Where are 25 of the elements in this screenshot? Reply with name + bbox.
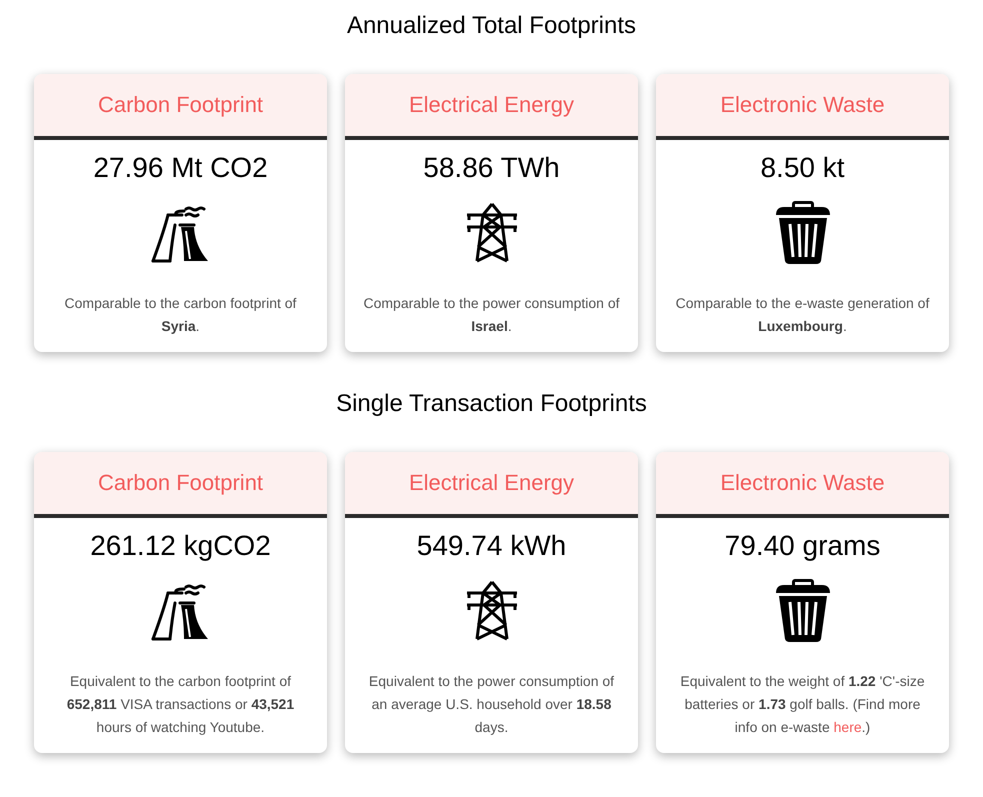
info-link[interactable]: here xyxy=(834,719,862,735)
comparison-text: Comparable to the carbon footprint of Syria. xyxy=(64,294,298,336)
metric-value: 27.96 Mt CO2 xyxy=(92,152,269,184)
metric-value: 58.86 TWh xyxy=(422,152,561,184)
section-heading: Single Transaction Footprints xyxy=(336,390,647,418)
card-title: Electronic Waste xyxy=(720,92,885,118)
comparison-text: Equivalent to the carbon footprint of 652,811 VISA transactions or 43,521 hours of watching Youtube. xyxy=(66,672,296,737)
card-title: Electronic Waste xyxy=(720,470,885,496)
card-title: Electrical Energy xyxy=(408,470,574,496)
power-pylon-icon xyxy=(464,579,518,641)
power-pylon-icon xyxy=(464,201,518,263)
comparison-text: Comparable to the power consumption of Israel. xyxy=(363,294,620,336)
section-heading: Annualized Total Footprints xyxy=(346,12,636,40)
metric-value: 79.40 grams xyxy=(724,530,882,562)
trash-bin-icon xyxy=(774,199,832,265)
comparison-text: Comparable to the e-waste generation of Luxembourg. xyxy=(674,294,930,336)
card-title: Carbon Footprint xyxy=(98,92,264,118)
metric-value: 261.12 kgCO2 xyxy=(89,530,272,562)
card-title: Electrical Energy xyxy=(408,92,574,118)
metric-value: 549.74 kWh xyxy=(416,530,568,562)
trash-bin-icon xyxy=(774,577,832,643)
comparison-text: Equivalent to the weight of 1.22 'C'-size batteries or 1.73 golf balls. (Find more info on e-waste here.) xyxy=(679,672,926,737)
card-title: Carbon Footprint xyxy=(98,470,264,496)
comparison-text: Equivalent to the power consumption of an average U.S. household over 18.58 days. xyxy=(368,672,616,737)
metric-value: 8.50 kt xyxy=(759,152,846,184)
